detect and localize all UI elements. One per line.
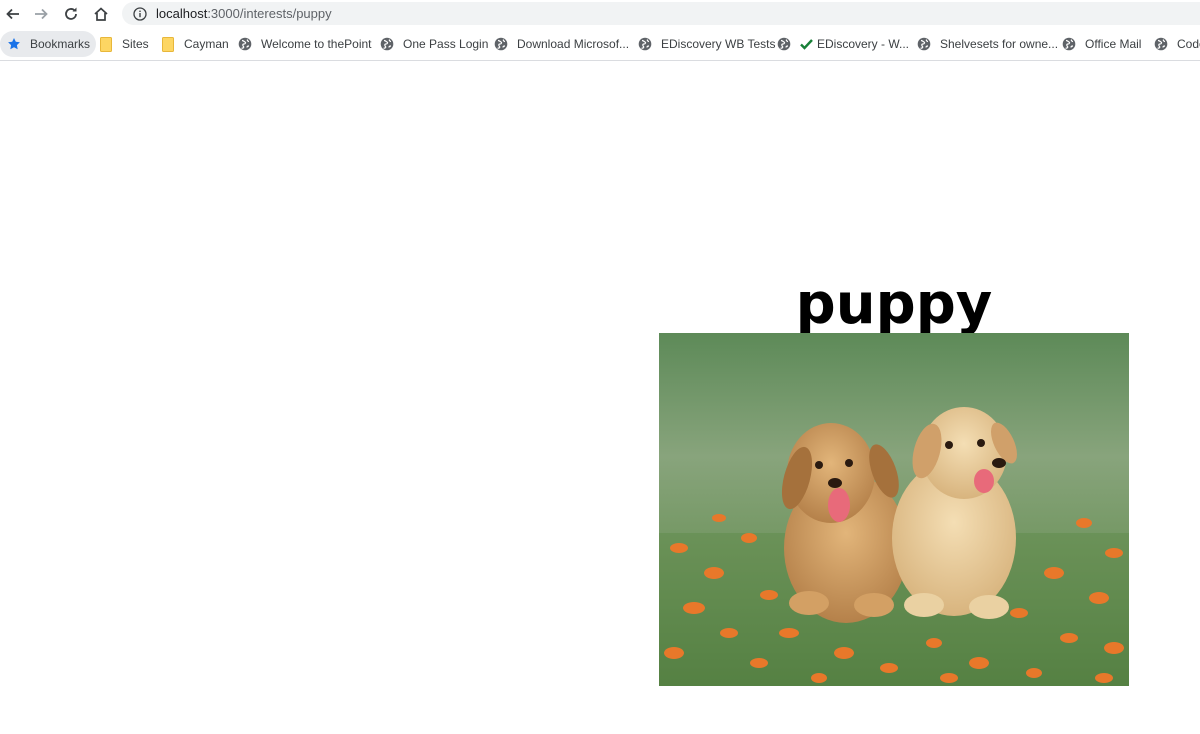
globe-icon [1061, 36, 1077, 52]
bookmark-download-microsoft[interactable]: Download Microsof... [487, 31, 635, 57]
back-button[interactable] [2, 3, 24, 25]
reload-button[interactable] [60, 3, 82, 25]
globe-icon [1153, 36, 1169, 52]
bookmark-welcome-to-thepoint[interactable]: Welcome to thePoint [231, 31, 378, 57]
bookmark-label: Sites [122, 37, 149, 51]
address-bar[interactable]: localhost:3000/interests/puppy [122, 2, 1200, 25]
home-button[interactable] [90, 3, 112, 25]
globe-icon [237, 36, 253, 52]
browser-toolbar: localhost:3000/interests/puppy [0, 0, 1200, 27]
bookmark-label: EDiscovery - W... [817, 37, 910, 51]
bookmark-label: Welcome to thePoint [261, 37, 372, 51]
bookmark-cayman[interactable]: Cayman [154, 31, 235, 57]
bookmark-label: Download Microsof... [517, 37, 630, 51]
star-icon [6, 36, 22, 52]
arrow-right-icon [35, 8, 48, 20]
forward-button[interactable] [30, 3, 52, 25]
globe-icon [493, 36, 509, 52]
url-path: :3000/interests/puppy [207, 6, 332, 21]
bookmark-code[interactable]: Code [1147, 31, 1200, 57]
home-icon [94, 7, 108, 21]
puppy-photo [659, 333, 1129, 686]
url-host: localhost [156, 6, 208, 21]
bookmark-shelvesets[interactable]: Shelvesets for owne... [910, 31, 1064, 57]
bookmarks-bar: Bookmarks Sites Cayman Welcome to thePoi… [0, 28, 1200, 61]
bookmark-label: EDiscovery WB Tests [661, 37, 776, 51]
folder-icon [160, 36, 176, 52]
bookmark-office-mail[interactable]: Office Mail [1055, 31, 1147, 57]
bookmark-label: Cayman [184, 37, 229, 51]
bookmark-label: One Pass Login [403, 37, 489, 51]
bookmark-label: Code [1177, 37, 1200, 51]
bookmark-label: Office Mail [1085, 37, 1142, 51]
arrow-left-icon [6, 8, 19, 20]
globe-icon [637, 36, 653, 52]
page-heading: puppy [795, 272, 993, 337]
checkmark-icon [800, 36, 813, 52]
bookmark-label: Shelvesets for owne... [940, 37, 1059, 51]
globe-icon [379, 36, 395, 52]
info-icon[interactable] [132, 6, 148, 22]
bookmark-ediscovery-wb-tests[interactable]: EDiscovery WB Tests [631, 31, 781, 57]
globe-icon [776, 36, 792, 52]
bookmark-one-pass-login[interactable]: One Pass Login [373, 31, 494, 57]
bookmark-ediscovery-w[interactable]: EDiscovery - W... [770, 31, 915, 57]
bookmark-label: Bookmarks [30, 37, 91, 51]
reload-icon [65, 7, 77, 20]
bookmark-sites[interactable]: Sites [92, 31, 155, 57]
folder-icon [98, 36, 114, 52]
bookmark-bookmarks[interactable]: Bookmarks [0, 31, 97, 57]
globe-icon [916, 36, 932, 52]
url-text[interactable]: localhost:3000/interests/puppy [156, 6, 332, 21]
